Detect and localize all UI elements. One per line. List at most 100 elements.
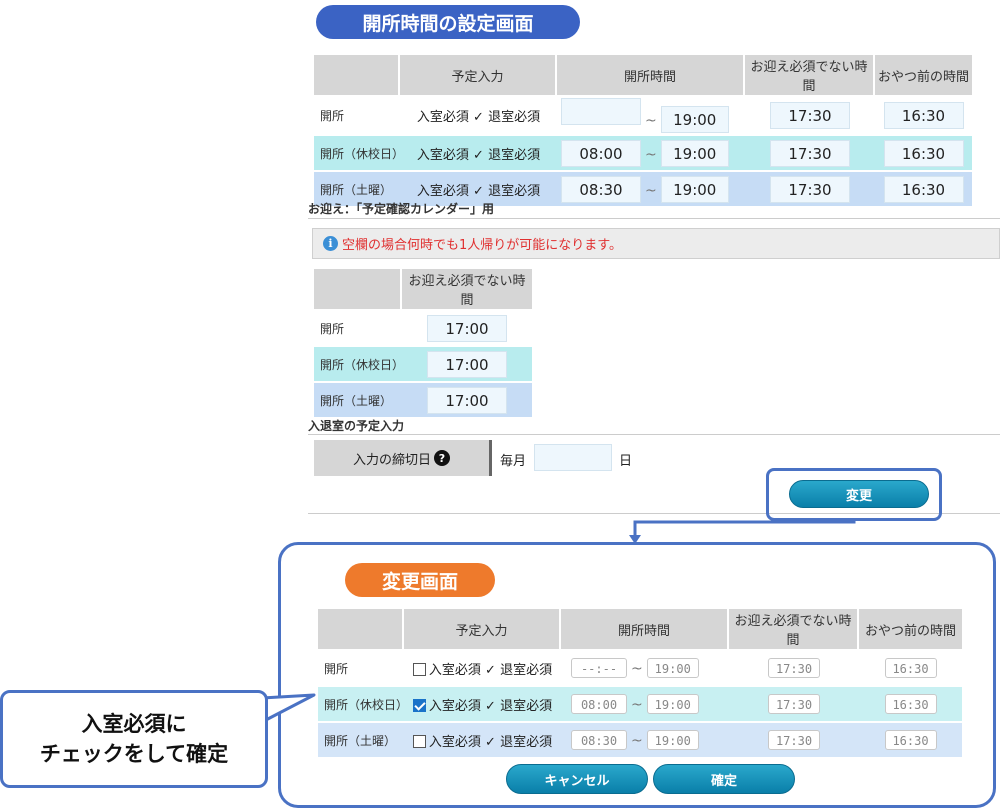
pickup-time-field[interactable]: 17:00 — [427, 386, 507, 414]
info-icon: i — [323, 236, 338, 251]
entry-required-checkbox[interactable] — [412, 698, 426, 712]
pickup-cell: 17:30 — [729, 649, 859, 685]
entry-required-checkbox[interactable] — [412, 734, 426, 748]
opening-hours-cell: 08:30 ~19:00 — [561, 721, 729, 757]
snack-cell: 16:30 — [859, 685, 962, 721]
pickup-cell: 17:30 — [729, 685, 859, 721]
check-icon: ✓ — [485, 698, 496, 714]
pickup-time-field[interactable]: 17:30 — [770, 102, 850, 129]
tilde-separator: ~ — [631, 661, 643, 677]
deadline-suffix: 日 — [619, 454, 633, 469]
open-from-field[interactable]: 08:00 — [571, 694, 627, 714]
pickup-time-field[interactable]: 17:30 — [770, 175, 850, 203]
edit-screen-title: 変更画面 — [345, 563, 495, 597]
open-to-field[interactable]: 19:00 — [646, 730, 699, 750]
pickup-cell: 17:30 — [745, 134, 875, 170]
header-pickup-time: お迎え必須でない時間 — [402, 269, 532, 309]
snack-time-field[interactable]: 16:30 — [883, 102, 964, 129]
pickup-time-field[interactable]: 17:00 — [427, 314, 507, 342]
cancel-button[interactable]: キャンセル — [506, 764, 648, 794]
header-opening-hours: 開所時間 — [561, 609, 729, 649]
schedule-input-cell: 入室必須 ✓ 退室必須 — [400, 95, 557, 134]
snack-cell: 16:30 — [875, 170, 972, 206]
open-from-field[interactable]: --:-- — [571, 658, 627, 678]
header-snack-time: おやつ前の時間 — [859, 609, 962, 649]
header-pickup-time: お迎え必須でない時間 — [745, 55, 875, 95]
open-from-field[interactable]: 08:00 — [561, 139, 641, 167]
tilde-separator: ~ — [645, 146, 657, 163]
pickup-cell: 17:30 — [745, 170, 875, 206]
change-button[interactable]: 変更 — [789, 480, 929, 508]
settings-screen-title: 開所時間の設定画面 — [316, 5, 580, 39]
entry-required-label: 入室必須 — [428, 734, 481, 750]
header-opening-hours: 開所時間 — [557, 55, 745, 95]
open-to-field[interactable]: 19:00 — [646, 694, 699, 714]
check-icon: ✓ — [485, 662, 496, 678]
check-icon: ✓ — [473, 110, 484, 125]
open-to-field[interactable]: 19:00 — [660, 106, 729, 133]
table-row: 開所 入室必須 ✓ 退室必須 ~19:00 17:30 16:30 — [314, 95, 972, 134]
opening-hours-cell: 08:00 ~19:00 — [561, 685, 729, 721]
open-from-field[interactable]: 08:30 — [561, 175, 641, 203]
help-icon[interactable]: ? — [434, 450, 450, 466]
row-label: 開所 — [314, 309, 402, 345]
snack-cell: 16:30 — [859, 649, 962, 685]
snack-time-field[interactable]: 16:30 — [884, 658, 937, 678]
tilde-separator: ~ — [645, 182, 657, 199]
row-label: 開所 — [314, 95, 400, 134]
deadline-day-field[interactable] — [534, 444, 612, 471]
row-label: 開所（土曜） — [314, 381, 402, 417]
deadline-label: 入力の締切日 — [352, 452, 431, 468]
entry-section-label: 入退室の予定入力 — [308, 419, 405, 433]
opening-hours-cell: 08:30 ~19:00 — [557, 170, 745, 206]
pickup-time-field[interactable]: 17:00 — [427, 350, 507, 378]
snack-time-field[interactable]: 16:30 — [884, 694, 937, 714]
open-to-field[interactable]: 19:00 — [660, 139, 729, 167]
confirm-button[interactable]: 確定 — [653, 764, 795, 794]
opening-hours-cell: --:-- ~19:00 — [561, 649, 729, 685]
pickup-time-field[interactable]: 17:30 — [770, 139, 850, 167]
callout-pointer-icon — [262, 693, 316, 724]
divider — [308, 434, 1000, 435]
table-row: 開所（休校日） 入室必須 ✓ 退室必須 08:00 ~19:00 17:30 16… — [314, 134, 972, 170]
entry-required-checkbox[interactable] — [412, 662, 426, 676]
entry-required-label: 入室必須 — [416, 147, 469, 163]
info-notice: i 空欄の場合何時でも1人帰りが可能になります。 — [312, 228, 1000, 259]
schedule-input-cell: 入室必須 ✓ 退室必須 — [404, 685, 561, 721]
row-label: 開所（休校日） — [314, 134, 404, 170]
snack-cell: 16:30 — [859, 721, 962, 757]
header-pickup-time: お迎え必須でない時間 — [729, 609, 859, 649]
open-from-field[interactable]: 08:30 — [571, 730, 627, 750]
pickup-time-field[interactable]: 17:30 — [768, 730, 820, 750]
pickup-time-field[interactable]: 17:30 — [768, 694, 820, 714]
exit-required-label: 退室必須 — [500, 698, 553, 714]
open-to-field[interactable]: 19:00 — [660, 175, 729, 203]
header-blank — [314, 269, 402, 309]
opening-hours-table: 予定入力 開所時間 お迎え必須でない時間 おやつ前の時間 開所 入室必須 ✓ 退… — [314, 55, 972, 206]
pickup-time-field[interactable]: 17:30 — [768, 658, 820, 678]
table-row: 開所（土曜） 17:00 — [314, 381, 532, 417]
header-snack-time: おやつ前の時間 — [875, 55, 972, 95]
callout-line-2: チェックをして確定 — [39, 742, 229, 766]
exit-required-label: 退室必須 — [500, 662, 553, 678]
check-icon: ✓ — [473, 183, 484, 199]
row-label: 開所 — [318, 649, 404, 685]
table-row: 開所 17:00 — [314, 309, 532, 345]
check-icon: ✓ — [485, 734, 496, 750]
snack-time-field[interactable]: 16:30 — [883, 175, 964, 203]
callout-line-1: 入室必須に — [81, 712, 187, 736]
row-label: 開所（休校日） — [318, 685, 408, 721]
open-from-field[interactable] — [561, 98, 641, 125]
schedule-input-cell: 入室必須 ✓ 退室必須 — [404, 721, 561, 757]
exit-required-label: 退室必須 — [488, 147, 541, 163]
open-to-field[interactable]: 19:00 — [646, 658, 699, 678]
snack-time-field[interactable]: 16:30 — [883, 139, 964, 167]
exit-required-label: 退室必須 — [500, 734, 553, 750]
header-blank — [318, 609, 404, 649]
instruction-callout: 入室必須に チェックをして確定 — [0, 690, 268, 788]
deadline-label-cell: 入力の締切日 ? — [314, 440, 492, 476]
entry-required-label: 入室必須 — [416, 110, 469, 125]
row-label: 開所（土曜） — [318, 721, 404, 757]
snack-cell: 16:30 — [875, 134, 972, 170]
snack-time-field[interactable]: 16:30 — [884, 730, 937, 750]
